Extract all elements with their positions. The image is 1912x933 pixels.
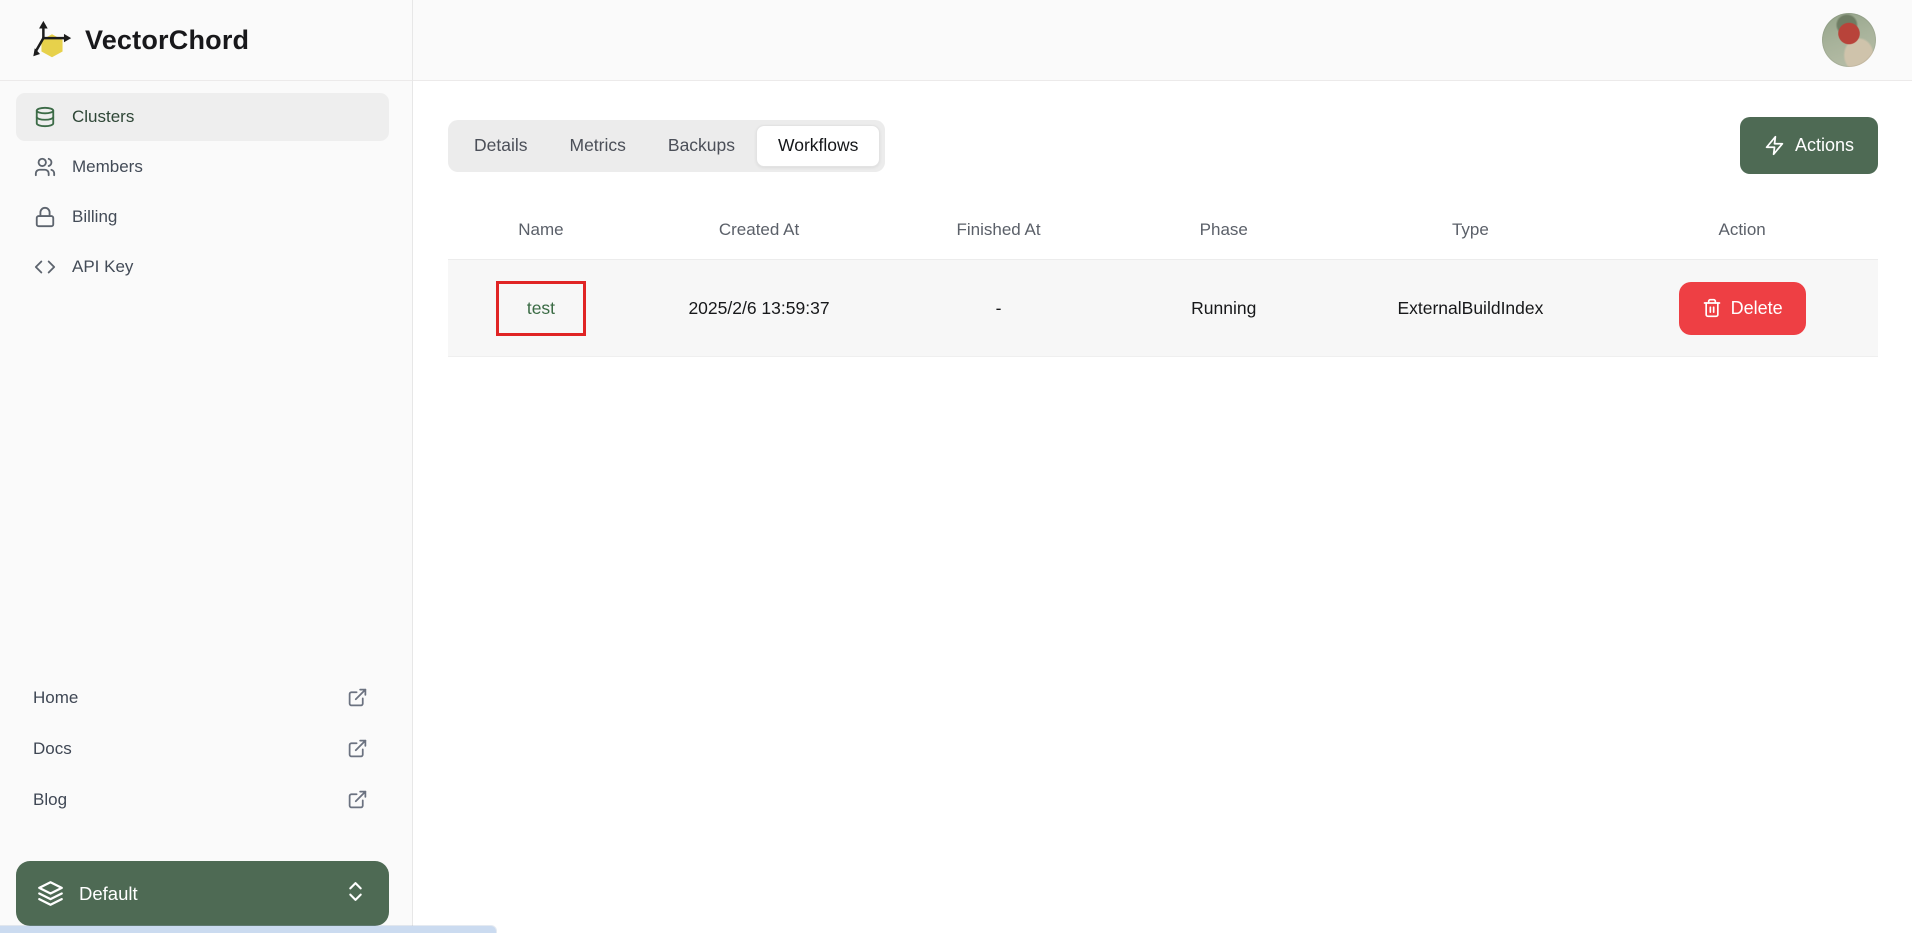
tab-label: Workflows <box>778 135 858 156</box>
tab-label: Backups <box>668 135 735 156</box>
column-header-created-at: Created At <box>634 220 884 240</box>
sidebar-item-label: Clusters <box>72 107 134 127</box>
app-window: VectorChord Clusters Members <box>0 0 1912 933</box>
column-header-finished-at: Finished At <box>884 220 1113 240</box>
tab-metrics[interactable]: Metrics <box>549 125 647 167</box>
brand-name: VectorChord <box>85 25 249 56</box>
external-link-icon <box>347 789 368 810</box>
sidebar-external-links: Home Docs Blog <box>0 672 412 861</box>
column-header-phase: Phase <box>1113 220 1335 240</box>
zap-icon <box>1764 135 1785 156</box>
column-header-type: Type <box>1335 220 1607 240</box>
sidebar-item-clusters[interactable]: Clusters <box>16 93 389 141</box>
lock-icon <box>34 206 56 228</box>
trash-icon <box>1702 298 1722 318</box>
sidebar-item-billing[interactable]: Billing <box>16 193 389 241</box>
tab-label: Metrics <box>570 135 626 156</box>
sidebar-link-label: Blog <box>33 790 67 810</box>
content-area: Details Metrics Backups Workflows <box>413 81 1912 933</box>
database-icon <box>34 106 56 128</box>
sidebar-link-label: Home <box>33 688 78 708</box>
users-icon <box>34 156 56 178</box>
external-link-icon <box>347 738 368 759</box>
annotation-highlight-box: test <box>496 281 586 336</box>
workflow-name-link[interactable]: test <box>527 298 555 318</box>
cell-type: ExternalBuildIndex <box>1335 298 1607 319</box>
sidebar-link-home[interactable]: Home <box>0 672 412 723</box>
external-link-icon <box>347 687 368 708</box>
sidebar-link-label: Docs <box>33 739 72 759</box>
table-header-row: Name Created At Finished At Phase Type A… <box>448 201 1878 259</box>
tab-workflows[interactable]: Workflows <box>756 125 880 167</box>
sidebar-spacer <box>0 291 412 672</box>
topbar <box>413 0 1912 81</box>
sidebar-item-api-key[interactable]: API Key <box>16 243 389 291</box>
tab-backups[interactable]: Backups <box>647 125 756 167</box>
cluster-tabs: Details Metrics Backups Workflows <box>448 120 885 172</box>
vectorchord-logo-icon <box>29 17 75 63</box>
project-switcher-label: Default <box>79 883 138 905</box>
cell-phase: Running <box>1113 298 1335 319</box>
sidebar: VectorChord Clusters Members <box>0 0 413 933</box>
tab-label: Details <box>474 135 528 156</box>
cell-created-at: 2025/2/6 13:59:37 <box>634 298 884 319</box>
sidebar-nav: Clusters Members Billing <box>0 81 412 291</box>
user-avatar[interactable] <box>1822 13 1876 67</box>
main-area: Details Metrics Backups Workflows <box>413 0 1912 933</box>
column-header-name: Name <box>448 220 634 240</box>
cell-finished-at: - <box>884 298 1113 319</box>
delete-button-label: Delete <box>1731 298 1783 319</box>
sidebar-link-blog[interactable]: Blog <box>0 774 412 825</box>
actions-button-label: Actions <box>1795 135 1854 156</box>
content-header: Details Metrics Backups Workflows <box>448 117 1878 174</box>
tab-details[interactable]: Details <box>453 125 549 167</box>
sidebar-item-members[interactable]: Members <box>16 143 389 191</box>
sidebar-item-label: Billing <box>72 207 117 227</box>
workflows-table: Name Created At Finished At Phase Type A… <box>448 201 1878 357</box>
sidebar-link-docs[interactable]: Docs <box>0 723 412 774</box>
cell-name: test <box>448 281 634 336</box>
project-switcher-button[interactable]: Default <box>16 861 389 926</box>
cell-action: Delete <box>1606 282 1878 335</box>
sidebar-item-label: Members <box>72 157 143 177</box>
sidebar-item-label: API Key <box>72 257 133 277</box>
actions-button[interactable]: Actions <box>1740 117 1878 174</box>
layers-icon <box>37 880 64 907</box>
code-icon <box>34 256 56 278</box>
delete-button[interactable]: Delete <box>1679 282 1806 335</box>
browser-status-bar <box>0 926 496 933</box>
table-row: test 2025/2/6 13:59:37 - Running Externa… <box>448 259 1878 357</box>
column-header-action: Action <box>1606 220 1878 240</box>
chevrons-up-down-icon <box>343 879 368 909</box>
brand-header: VectorChord <box>0 0 412 81</box>
